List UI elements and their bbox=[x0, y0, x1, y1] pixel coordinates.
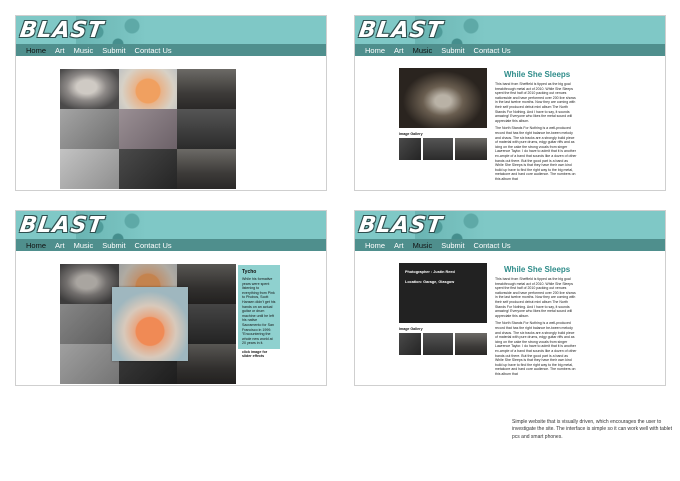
nav-art[interactable]: Art bbox=[55, 46, 65, 55]
gallery-label: Image Gallery bbox=[399, 327, 423, 331]
nav-contact[interactable]: Contact Us bbox=[135, 241, 172, 250]
album-tile[interactable] bbox=[60, 149, 119, 189]
site-header: BLAST Home Art Music Submit Contact Us bbox=[16, 16, 326, 56]
gallery-label: Image Gallery bbox=[399, 132, 423, 136]
site-header: BLAST Home Art Music Submit Contact Us bbox=[355, 16, 665, 56]
main-nav: Home Art Music Submit Contact Us bbox=[16, 44, 326, 56]
nav-music[interactable]: Music bbox=[413, 46, 433, 55]
album-tile[interactable] bbox=[60, 109, 119, 149]
nav-home[interactable]: Home bbox=[365, 46, 385, 55]
nav-submit[interactable]: Submit bbox=[441, 46, 464, 55]
screen-home: BLAST Home Art Music Submit Contact Us bbox=[15, 15, 327, 191]
article-paragraph: The North Stands For Nothing is a well-p… bbox=[495, 321, 577, 376]
design-caption: Simple website that is visually driven, … bbox=[512, 419, 672, 440]
image-gallery bbox=[399, 333, 487, 355]
site-logo[interactable]: BLAST bbox=[18, 18, 105, 43]
nav-contact[interactable]: Contact Us bbox=[474, 241, 511, 250]
nav-home[interactable]: Home bbox=[26, 46, 46, 55]
gallery-thumb[interactable] bbox=[399, 333, 421, 355]
album-tile[interactable] bbox=[177, 149, 236, 189]
nav-art[interactable]: Art bbox=[55, 241, 65, 250]
album-tile[interactable] bbox=[60, 69, 119, 109]
band-photo[interactable] bbox=[399, 68, 487, 128]
album-tile[interactable] bbox=[177, 69, 236, 109]
nav-submit[interactable]: Submit bbox=[102, 241, 125, 250]
article-title: While She Sleeps bbox=[504, 70, 571, 79]
nav-submit[interactable]: Submit bbox=[102, 46, 125, 55]
gallery-thumb[interactable] bbox=[423, 138, 453, 160]
nav-submit[interactable]: Submit bbox=[441, 241, 464, 250]
gallery-thumb[interactable] bbox=[455, 333, 487, 355]
site-header: BLAST Home Art Music Submit Contact Us bbox=[16, 211, 326, 251]
main-content: Photographer : Justin Reed Location: Gar… bbox=[355, 251, 665, 385]
album-tile[interactable] bbox=[118, 109, 178, 149]
site-logo[interactable]: BLAST bbox=[357, 18, 444, 43]
main-content: Image Gallery While She Sleeps This band… bbox=[355, 56, 665, 190]
nav-art[interactable]: Art bbox=[394, 46, 404, 55]
album-tile[interactable] bbox=[118, 69, 178, 109]
nav-contact[interactable]: Contact Us bbox=[474, 46, 511, 55]
album-tile[interactable] bbox=[118, 149, 178, 189]
location-caption: Location: Garage, Glasgow bbox=[405, 280, 455, 284]
main-nav: Home Art Music Submit Contact Us bbox=[355, 44, 665, 56]
screen-music-overlay: BLAST Home Art Music Submit Contact Us P… bbox=[354, 210, 666, 386]
nav-music[interactable]: Music bbox=[74, 241, 94, 250]
popup-text: While his formative years were spent lis… bbox=[242, 277, 276, 346]
album-grid bbox=[60, 69, 236, 189]
nav-home[interactable]: Home bbox=[26, 241, 46, 250]
info-popup: Tycho While his formative years were spe… bbox=[238, 265, 280, 358]
site-logo[interactable]: BLAST bbox=[18, 213, 105, 238]
nav-contact[interactable]: Contact Us bbox=[135, 46, 172, 55]
screen-music-article: BLAST Home Art Music Submit Contact Us I… bbox=[354, 15, 666, 191]
nav-music[interactable]: Music bbox=[74, 46, 94, 55]
main-nav: Home Art Music Submit Contact Us bbox=[16, 239, 326, 251]
gallery-thumb[interactable] bbox=[399, 138, 421, 160]
album-tile[interactable] bbox=[177, 109, 236, 149]
nav-art[interactable]: Art bbox=[394, 241, 404, 250]
article-paragraph: This band from Sheffield is tipped as th… bbox=[495, 277, 576, 318]
main-content: Tycho While his formative years were spe… bbox=[16, 251, 326, 385]
gallery-thumb[interactable] bbox=[455, 138, 487, 160]
main-nav: Home Art Music Submit Contact Us bbox=[355, 239, 665, 251]
screen-home-popup: BLAST Home Art Music Submit Contact Us T… bbox=[15, 210, 327, 386]
photographer-caption: Photographer : Justin Reed bbox=[405, 270, 455, 274]
nav-music[interactable]: Music bbox=[413, 241, 433, 250]
site-logo[interactable]: BLAST bbox=[357, 213, 444, 238]
article-paragraph: The North Stands For Nothing is a well-p… bbox=[495, 126, 577, 181]
album-cover-enlarged[interactable] bbox=[112, 287, 188, 361]
gallery-thumb[interactable] bbox=[423, 333, 453, 355]
article-paragraph: This band from Sheffield is tipped as th… bbox=[495, 82, 576, 123]
popup-cta[interactable]: click image for slider effects bbox=[242, 350, 276, 358]
site-header: BLAST Home Art Music Submit Contact Us bbox=[355, 211, 665, 251]
article-title: While She Sleeps bbox=[504, 265, 571, 274]
image-gallery bbox=[399, 138, 487, 160]
popup-title: Tycho bbox=[242, 269, 257, 275]
article-body: This band from Sheffield is tipped as th… bbox=[495, 277, 577, 385]
article-body: This band from Sheffield is tipped as th… bbox=[495, 82, 577, 190]
main-content bbox=[16, 56, 326, 190]
nav-home[interactable]: Home bbox=[365, 241, 385, 250]
